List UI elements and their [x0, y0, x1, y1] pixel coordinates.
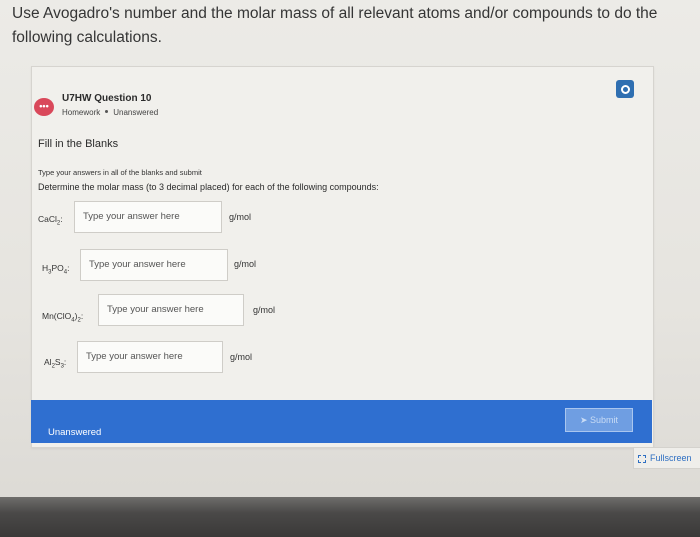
compound-label-mnclo4: Mn(ClO4)2:	[42, 311, 84, 324]
answer-input-cacl2[interactable]: Type your answer here	[74, 201, 222, 233]
section-heading: Fill in the Blanks	[38, 138, 119, 150]
fullscreen-button[interactable]: Fullscreen	[633, 447, 700, 469]
question-title: U7HW Question 10	[62, 93, 152, 104]
settings-icon	[621, 85, 630, 94]
assignment-instruction: Use Avogadro's number and the molar mass…	[12, 5, 658, 46]
footer-status: Unanswered	[48, 427, 102, 438]
monitor-bezel	[0, 497, 700, 537]
unit-label-h3po4: g/mol	[234, 259, 257, 269]
answer-input-al2s3[interactable]: Type your answer here	[77, 341, 223, 373]
send-icon: ➤	[579, 415, 588, 425]
compound-label-al2s3: Al2S3:	[44, 357, 67, 370]
answer-input-mnclo4[interactable]: Type your answer here	[98, 294, 244, 326]
submit-label: Submit	[590, 415, 619, 425]
unit-label-al2s3: g/mol	[230, 352, 253, 362]
fullscreen-label: Fullscreen	[650, 453, 692, 463]
chat-bubble-icon: •••	[34, 98, 54, 116]
question-prompt: Determine the molar mass (to 3 decimal p…	[38, 182, 379, 192]
fullscreen-icon	[638, 454, 646, 463]
type-instructions: Type your answers in all of the blanks a…	[38, 168, 202, 177]
unit-label-cacl2: g/mol	[229, 212, 252, 222]
question-type: Homework	[62, 108, 101, 117]
question-status: Unanswered	[113, 108, 159, 117]
question-meta: Homework Unanswered	[62, 108, 158, 117]
compound-label-cacl2: CaCl2:	[38, 214, 63, 227]
unit-label-mnclo4: g/mol	[253, 305, 276, 315]
answer-input-h3po4[interactable]: Type your answer here	[80, 249, 228, 281]
submit-button[interactable]: ➤ Submit	[565, 408, 633, 432]
settings-button[interactable]	[616, 80, 634, 98]
separator-dot	[105, 110, 109, 114]
question-footer-bar	[31, 400, 652, 443]
compound-label-h3po4: H3PO4:	[42, 263, 70, 276]
